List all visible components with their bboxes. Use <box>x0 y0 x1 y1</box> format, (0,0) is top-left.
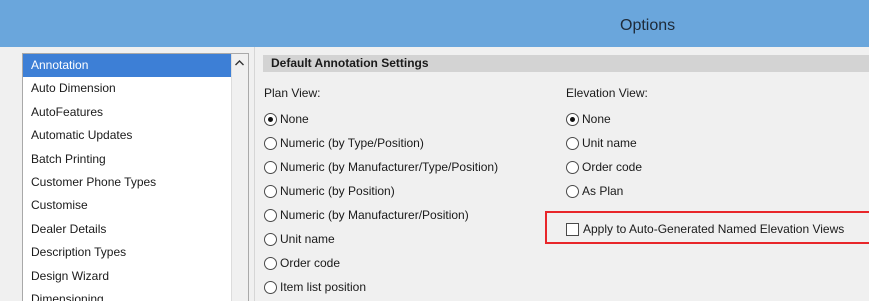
radio-button[interactable] <box>264 160 277 174</box>
radio-button[interactable] <box>566 184 579 198</box>
category-item-autofeatures[interactable]: AutoFeatures <box>23 101 248 124</box>
radio-button[interactable] <box>264 208 277 222</box>
plan-view-option-unit-name[interactable]: Unit name <box>264 230 335 248</box>
category-item-automatic-updates[interactable]: Automatic Updates <box>23 124 248 147</box>
option-label: Numeric (by Manufacturer/Type/Position) <box>280 160 499 174</box>
radio-button[interactable] <box>264 280 277 294</box>
window-title: Options <box>620 17 676 34</box>
plan-view-option-numeric-position[interactable]: Numeric (by Position) <box>264 182 395 200</box>
apply-checkbox-label: Apply to Auto-Generated Named Elevation … <box>583 222 845 236</box>
plan-view-label: Plan View: <box>264 86 321 100</box>
elevation-view-option-unit-name[interactable]: Unit name <box>566 134 637 152</box>
option-label: Numeric (by Type/Position) <box>280 136 424 150</box>
category-list[interactable]: Annotation Auto Dimension AutoFeatures A… <box>22 53 249 301</box>
radio-button-checked[interactable] <box>264 112 277 126</box>
category-item-dimensioning[interactable]: Dimensioning <box>23 288 248 301</box>
option-label: Unit name <box>280 232 335 246</box>
elevation-view-label: Elevation View: <box>566 86 648 100</box>
option-label: Numeric (by Position) <box>280 184 395 198</box>
category-item-batch-printing[interactable]: Batch Printing <box>23 148 248 171</box>
radio-button[interactable] <box>264 256 277 270</box>
option-label: None <box>280 112 309 126</box>
plan-view-option-order-code[interactable]: Order code <box>264 254 340 272</box>
radio-button[interactable] <box>264 232 277 246</box>
plan-view-option-item-list-position[interactable]: Item list position <box>264 278 366 296</box>
category-item-description-types[interactable]: Description Types <box>23 241 248 264</box>
option-label: Item list position <box>280 280 367 294</box>
category-item-design-wizard[interactable]: Design Wizard <box>23 265 248 288</box>
option-label: Numeric (by Manufacturer/Position) <box>280 208 469 222</box>
elevation-view-option-none[interactable]: None <box>566 110 611 128</box>
plan-view-option-numeric-type-position[interactable]: Numeric (by Type/Position) <box>264 134 424 152</box>
category-item-auto-dimension[interactable]: Auto Dimension <box>23 77 248 100</box>
option-label: Unit name <box>582 136 637 150</box>
category-item-dealer-details[interactable]: Dealer Details <box>23 218 248 241</box>
category-item-customer-phone-types[interactable]: Customer Phone Types <box>23 171 248 194</box>
option-label: None <box>582 112 611 126</box>
section-title: Default Annotation Settings <box>263 55 869 72</box>
radio-button[interactable] <box>566 160 579 174</box>
plan-view-option-none[interactable]: None <box>264 110 309 128</box>
option-label: As Plan <box>582 184 624 198</box>
category-item-annotation[interactable]: Annotation <box>23 54 248 78</box>
elevation-view-option-as-plan[interactable]: As Plan <box>566 182 623 200</box>
apply-checkbox[interactable] <box>566 222 579 236</box>
title-bar: Options <box>0 0 869 47</box>
panel-splitter[interactable] <box>254 47 259 301</box>
radio-button[interactable] <box>264 136 277 150</box>
radio-button-checked[interactable] <box>566 112 579 126</box>
caret-up-icon[interactable] <box>231 54 248 71</box>
plan-view-option-numeric-manufacturer-type-position[interactable]: Numeric (by Manufacturer/Type/Position) <box>264 158 498 176</box>
plan-view-option-numeric-manufacturer-position[interactable]: Numeric (by Manufacturer/Position) <box>264 206 469 224</box>
list-scrollbar[interactable] <box>231 54 248 301</box>
elevation-view-option-order-code[interactable]: Order code <box>566 158 642 176</box>
option-label: Order code <box>582 160 643 174</box>
radio-button[interactable] <box>264 184 277 198</box>
apply-auto-generated-elevation-checkbox-row[interactable]: Apply to Auto-Generated Named Elevation … <box>566 221 844 237</box>
category-item-customise[interactable]: Customise <box>23 194 248 217</box>
option-label: Order code <box>280 256 341 270</box>
radio-button[interactable] <box>566 136 579 150</box>
